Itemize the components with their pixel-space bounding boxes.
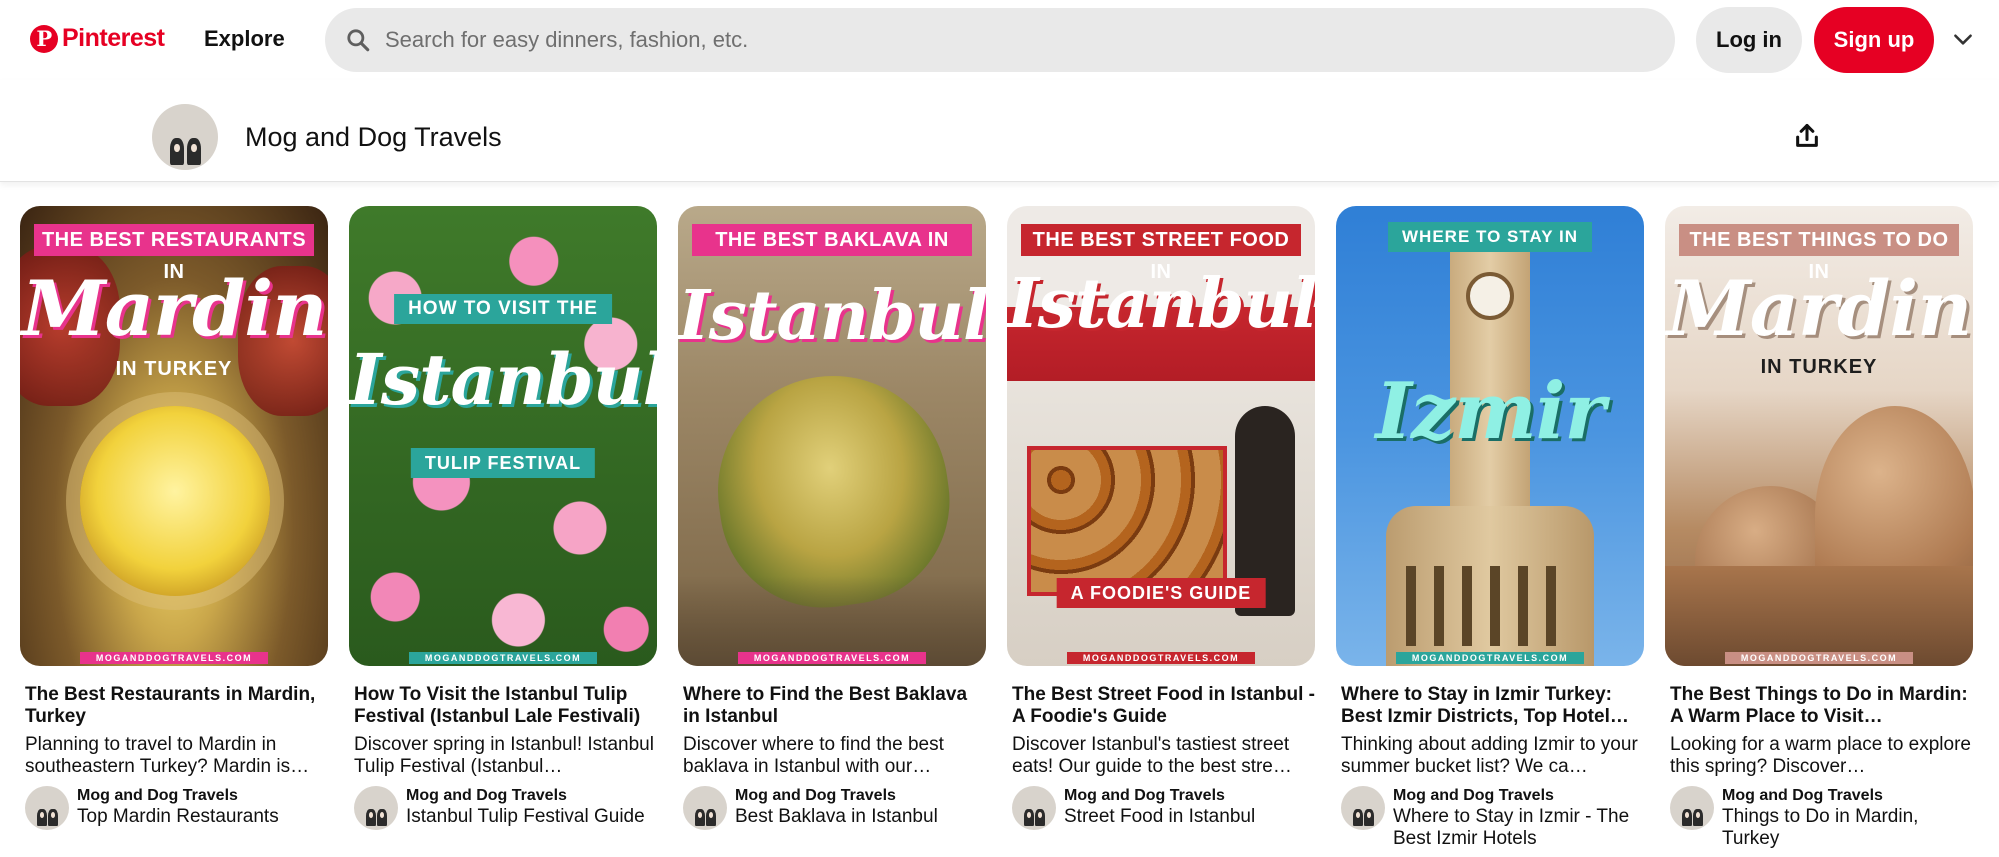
author-name: Mog and Dog Travels (1064, 787, 1225, 804)
pin-title[interactable]: The Best Restaurants in Mardin, Turkey (20, 684, 328, 728)
avatar[interactable] (1012, 786, 1056, 830)
pin-card[interactable]: THE BEST BAKLAVA IN Istanbul MOGANDDOGTR… (678, 206, 986, 830)
avatar[interactable] (683, 786, 727, 830)
pin-banner: THE BEST BAKLAVA IN (692, 224, 972, 256)
board-name: Best Baklava in Istanbul (735, 806, 938, 827)
pin-script-title: Mardin (21, 264, 328, 353)
pin-banner: THE BEST STREET FOOD IN (1021, 224, 1301, 283)
author-name: Mog and Dog Travels (735, 787, 896, 804)
pin-image[interactable]: HOW TO VISIT THE Istanbul TULIP FESTIVAL… (349, 206, 657, 666)
pin-description: Thinking about adding Izmir to your summ… (1341, 734, 1638, 777)
pin-banner: THE BEST RESTAURANTS IN (34, 224, 314, 283)
board-name: Street Food in Istanbul (1064, 806, 1256, 827)
pin-subtitle: A FOODIE'S GUIDE (1056, 578, 1266, 608)
board-name: Istanbul Tulip Festival Guide (406, 806, 645, 827)
pin-image[interactable]: THE BEST THINGS TO DO IN Mardin IN TURKE… (1665, 206, 1973, 666)
board-name: Where to Stay in Izmir - The Best Izmir … (1393, 806, 1630, 849)
pin-image[interactable]: THE BEST BAKLAVA IN Istanbul MOGANDDOGTR… (678, 206, 986, 666)
profile-header: Mog and Dog Travels (0, 80, 1999, 182)
search-bar[interactable] (325, 8, 1675, 72)
logo-text: Pinterest (62, 24, 165, 52)
pin-subtitle: TULIP FESTIVAL (410, 448, 596, 478)
share-icon[interactable] (1793, 122, 1821, 150)
search-input[interactable] (385, 27, 1585, 53)
pin-title[interactable]: The Best Things to Do in Mardin: A Warm … (1665, 684, 1973, 728)
pin-url: MOGANDDOGTRAVELS.COM (1725, 652, 1913, 664)
pin-script-title: Istanbul (678, 276, 986, 356)
avatar[interactable] (354, 786, 398, 830)
pinterest-logo[interactable]: Pinterest (30, 24, 165, 53)
pin-script-title: Mardin (1666, 264, 1973, 353)
pin-script-title: Istanbul (349, 338, 657, 421)
pin-url: MOGANDDOGTRAVELS.COM (409, 652, 597, 664)
pin-author[interactable]: Mog and Dog Travels Best Baklava in Ista… (678, 786, 986, 830)
chevron-down-icon[interactable] (1950, 26, 1976, 52)
pin-card[interactable]: WHERE TO STAY IN Izmir MOGANDDOGTRAVELS.… (1336, 206, 1644, 850)
pin-author[interactable]: Mog and Dog Travels Where to Stay in Izm… (1336, 786, 1644, 850)
pin-title[interactable]: The Best Street Food in Istanbul - A Foo… (1007, 684, 1315, 728)
pin-banner: HOW TO VISIT THE (394, 294, 612, 324)
pin-author[interactable]: Mog and Dog Travels Things to Do in Mard… (1665, 786, 1973, 850)
pin-card[interactable]: THE BEST THINGS TO DO IN Mardin IN TURKE… (1665, 206, 1973, 850)
signup-button[interactable]: Sign up (1814, 7, 1934, 73)
avatar[interactable] (25, 786, 69, 830)
pin-description: Discover spring in Istanbul! Istanbul Tu… (354, 734, 654, 777)
author-name: Mog and Dog Travels (77, 787, 238, 804)
pin-banner: THE BEST THINGS TO DO IN (1679, 224, 1959, 283)
pin-script-title: Izmir (1375, 366, 1605, 457)
pin-author[interactable]: Mog and Dog Travels Street Food in Istan… (1007, 786, 1315, 830)
login-button[interactable]: Log in (1696, 7, 1802, 73)
pin-card[interactable]: THE BEST RESTAURANTS IN Mardin IN TURKEY… (20, 206, 328, 830)
pin-url: MOGANDDOGTRAVELS.COM (1396, 652, 1584, 664)
pin-image[interactable]: THE BEST STREET FOOD IN Istanbul A FOODI… (1007, 206, 1315, 666)
pin-script-title: Istanbul (1007, 264, 1315, 344)
avatar[interactable] (1341, 786, 1385, 830)
pinterest-logo-icon (30, 24, 58, 53)
board-name: Top Mardin Restaurants (77, 806, 279, 827)
pin-card[interactable]: HOW TO VISIT THE Istanbul TULIP FESTIVAL… (349, 206, 657, 830)
top-navigation-bar: Pinterest Explore Log in Sign up (0, 0, 1999, 80)
pin-image[interactable]: WHERE TO STAY IN Izmir MOGANDDOGTRAVELS.… (1336, 206, 1644, 666)
pin-description: Discover Istanbul's tastiest street eats… (1012, 734, 1292, 777)
pin-banner: WHERE TO STAY IN (1388, 222, 1592, 252)
pin-title[interactable]: Where to Stay in Izmir Turkey: Best Izmi… (1336, 684, 1644, 728)
avatar[interactable] (1670, 786, 1714, 830)
author-name: Mog and Dog Travels (1722, 787, 1883, 804)
pin-description: Discover where to find the best baklava … (683, 734, 944, 777)
pin-card[interactable]: THE BEST STREET FOOD IN Istanbul A FOODI… (1007, 206, 1315, 830)
avatar[interactable] (152, 104, 218, 170)
pin-url: MOGANDDOGTRAVELS.COM (80, 652, 268, 664)
pin-title[interactable]: How To Visit the Istanbul Tulip Festival… (349, 684, 657, 728)
pin-title[interactable]: Where to Find the Best Baklava in Istanb… (678, 684, 986, 728)
explore-link[interactable]: Explore (204, 26, 285, 52)
pin-description: Planning to travel to Mardin in southeas… (25, 734, 310, 777)
pin-subtitle: IN TURKEY (1760, 356, 1878, 378)
pin-image[interactable]: THE BEST RESTAURANTS IN Mardin IN TURKEY… (20, 206, 328, 666)
pin-url: MOGANDDOGTRAVELS.COM (738, 652, 926, 664)
search-icon (347, 29, 370, 52)
pin-author[interactable]: Mog and Dog Travels Top Mardin Restauran… (20, 786, 328, 830)
board-name: Things to Do in Mardin, Turkey (1722, 806, 1919, 849)
pin-subtitle: IN TURKEY (115, 358, 233, 380)
pin-author[interactable]: Mog and Dog Travels Istanbul Tulip Festi… (349, 786, 657, 830)
pin-url: MOGANDDOGTRAVELS.COM (1067, 652, 1255, 664)
profile-name[interactable]: Mog and Dog Travels (245, 122, 502, 153)
author-name: Mog and Dog Travels (406, 787, 567, 804)
pin-description: Looking for a warm place to explore this… (1670, 734, 1971, 777)
author-name: Mog and Dog Travels (1393, 787, 1554, 804)
